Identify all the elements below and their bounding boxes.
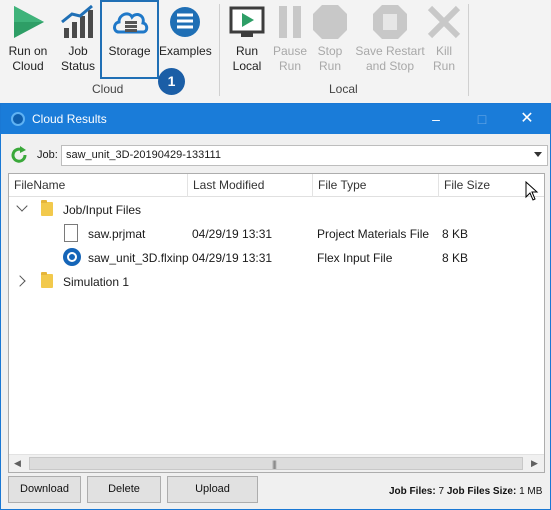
column-header-file-type[interactable]: File Type: [313, 174, 439, 197]
run-local-button[interactable]: Run Local: [226, 2, 268, 74]
download-button[interactable]: Download: [8, 476, 81, 503]
expanded-chevron-icon[interactable]: [16, 200, 28, 212]
tree-row-name: saw_unit_3D.flxinp: [88, 251, 189, 265]
mouse-cursor-icon: [525, 181, 539, 201]
cloud-storage-icon: [112, 12, 148, 34]
folder-icon: [41, 200, 53, 216]
stop-icon: [313, 5, 347, 39]
job-status-button[interactable]: Job Status: [58, 2, 98, 74]
stop-run-label-1: Stop: [317, 44, 343, 58]
job-select[interactable]: saw_unit_3D-20190429-133111: [61, 145, 548, 166]
ribbon-toolbar: Run on Cloud Job Status Storage Examples…: [0, 0, 551, 103]
minimize-button[interactable]: –: [413, 104, 459, 134]
kill-icon: [427, 5, 461, 39]
tree-row-simulation-1[interactable]: Simulation 1: [9, 270, 529, 294]
job-files-size-value: 1 MB: [519, 486, 543, 497]
tree-row-name: Simulation 1: [63, 275, 130, 289]
app-icon: [11, 112, 25, 126]
pause-run-label-1: Pause: [272, 44, 308, 58]
upload-button[interactable]: Upload: [167, 476, 258, 503]
group-separator: [219, 4, 220, 96]
kill-run-label-2: Run: [432, 59, 455, 73]
file-icon: [64, 224, 78, 242]
step-callout-badge: 1: [158, 68, 185, 95]
scroll-left-icon[interactable]: ◀: [9, 455, 26, 472]
run-local-label-1: Run: [235, 44, 258, 58]
folder-icon: [41, 272, 53, 288]
scroll-right-icon[interactable]: ▶: [526, 455, 543, 472]
cloud-results-dialog: Cloud Results – □ ✕ Job: saw_unit_3D-201…: [0, 103, 551, 510]
tree-row-type: Flex Input File: [317, 251, 393, 265]
run-on-cloud-label-1: Run on: [8, 44, 48, 58]
storage-label: Storage: [108, 44, 151, 58]
maximize-button[interactable]: □: [459, 104, 505, 134]
job-files-label: Job Files:: [389, 486, 436, 497]
column-header-last-modified[interactable]: Last Modified: [188, 174, 313, 197]
save-restart-label-1: Save Restart: [355, 44, 425, 58]
stop-run-label-2: Run: [318, 59, 341, 73]
tree-row-size: 8 KB: [442, 251, 469, 265]
close-icon: ✕: [520, 110, 534, 127]
tree-row-job-input-files[interactable]: Job/Input Files: [9, 198, 529, 222]
save-restart-label-2: and Stop: [365, 59, 415, 73]
save-restart-and-stop-button[interactable]: Save Restart and Stop: [354, 2, 426, 74]
run-local-label-2: Local: [232, 59, 262, 73]
refresh-icon[interactable]: [9, 145, 29, 165]
run-on-cloud-label-2: Cloud: [12, 59, 44, 73]
column-header-row: FileName Last Modified File Type File Si…: [9, 174, 544, 197]
dialog-titlebar[interactable]: Cloud Results – □ ✕: [1, 104, 550, 134]
job-select-value: saw_unit_3D-20190429-133111: [66, 149, 221, 161]
play-icon: [14, 6, 44, 38]
tree-row-modified: 04/29/19 13:31: [192, 251, 273, 265]
maximize-icon: □: [477, 111, 487, 127]
job-status-label-1: Job: [68, 44, 88, 58]
pause-icon: [279, 6, 301, 38]
horizontal-scrollbar[interactable]: ◀ ||| ▶: [9, 454, 544, 472]
close-button[interactable]: ✕: [504, 104, 550, 134]
pause-run-button[interactable]: Pause Run: [270, 2, 310, 74]
column-header-filename[interactable]: FileName: [9, 174, 188, 197]
examples-icon: [170, 7, 200, 37]
file-tree-view: FileName Last Modified File Type File Si…: [8, 173, 545, 473]
examples-label: Examples: [159, 44, 212, 58]
job-files-size-label: Job Files Size:: [446, 486, 517, 497]
job-files-value: 7: [438, 486, 445, 497]
pause-run-label-2: Run: [278, 59, 301, 73]
tree-row-name: Job/Input Files: [63, 203, 142, 217]
tree-row-modified: 04/29/19 13:31: [192, 227, 273, 241]
stop-run-button[interactable]: Stop Run: [310, 2, 350, 74]
minimize-icon: –: [432, 111, 440, 127]
dialog-title: Cloud Results: [32, 112, 107, 126]
tree-row-name: saw.prjmat: [88, 227, 146, 241]
job-files-info: Job Files: 7 Job Files Size: 1 MB: [389, 486, 542, 497]
tree-row-file[interactable]: saw_unit_3D.flxinp 04/29/19 13:31 Flex I…: [9, 246, 529, 270]
local-group-label: Local: [329, 82, 358, 96]
tree-row-file[interactable]: saw.prjmat 04/29/19 13:31 Project Materi…: [9, 222, 529, 246]
examples-button[interactable]: Examples: [159, 2, 212, 59]
collapsed-chevron-icon[interactable]: [14, 275, 26, 287]
kill-run-label-1: Kill: [435, 44, 452, 58]
tree-row-type: Project Materials File: [317, 227, 430, 241]
bar-chart-icon: [61, 4, 93, 38]
cloud-group-label: Cloud: [92, 82, 124, 96]
run-on-cloud-button[interactable]: Run on Cloud: [4, 2, 52, 74]
chevron-down-icon: [534, 152, 542, 157]
scrollbar-thumb[interactable]: |||: [29, 457, 523, 470]
flex-input-file-icon: [63, 248, 81, 266]
job-label: Job:: [37, 149, 58, 161]
tree-row-size: 8 KB: [442, 227, 469, 241]
kill-run-button[interactable]: Kill Run: [424, 2, 464, 74]
delete-button[interactable]: Delete: [87, 476, 161, 503]
job-status-label-2: Status: [60, 59, 96, 73]
monitor-play-icon: [229, 6, 265, 37]
group-separator-end: [468, 4, 469, 96]
save-restart-icon: [373, 5, 407, 39]
grip-icon: |||: [272, 459, 277, 469]
storage-button[interactable]: Storage: [102, 2, 157, 59]
